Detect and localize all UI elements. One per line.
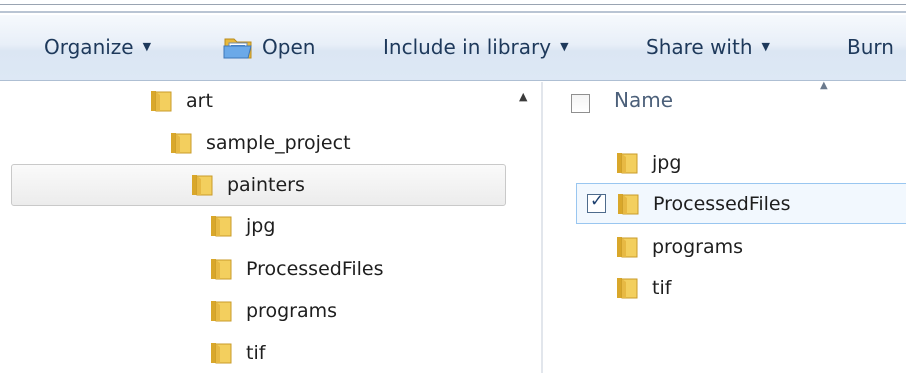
- burn-label: Burn: [847, 35, 894, 59]
- file-item-processedfiles[interactable]: ✓ ProcessedFiles: [576, 183, 906, 224]
- file-item-label: programs: [652, 236, 744, 258]
- check-icon: ✓: [590, 191, 605, 211]
- nav-item-label: sample_project: [206, 132, 351, 154]
- nav-item-programs[interactable]: programs: [208, 293, 337, 329]
- chevron-down-icon: ▼: [761, 40, 770, 53]
- chevron-down-icon: ▼: [560, 40, 569, 53]
- nav-item-jpg[interactable]: jpg: [208, 208, 275, 244]
- file-item-label: ProcessedFiles: [653, 192, 791, 215]
- folder-icon: [208, 256, 234, 282]
- item-checkbox[interactable]: ✓: [587, 191, 606, 213]
- nav-item-painters[interactable]: painters: [11, 164, 506, 206]
- open-label: Open: [262, 35, 316, 59]
- nav-pane-scrollbar[interactable]: ▲: [510, 82, 541, 373]
- nav-item-label: ProcessedFiles: [246, 258, 384, 280]
- select-all-checkbox[interactable]: [571, 94, 590, 113]
- sort-ascending-icon: ▲: [820, 80, 828, 91]
- nav-item-art[interactable]: art: [148, 83, 213, 119]
- organize-button[interactable]: Organize ▼: [44, 31, 151, 63]
- folder-icon: [614, 275, 640, 301]
- folder-icon: [168, 130, 194, 156]
- folder-icon: [614, 234, 640, 260]
- nav-item-label: programs: [246, 300, 338, 322]
- nav-item-tif[interactable]: tif: [208, 335, 265, 371]
- nav-item-sample-project[interactable]: sample_project: [168, 125, 351, 161]
- nav-item-label: tif: [246, 342, 266, 364]
- open-icon: [222, 33, 254, 61]
- nav-item-processedfiles[interactable]: ProcessedFiles: [208, 251, 384, 287]
- share-with-label: Share with: [646, 35, 753, 59]
- command-bar: Organize ▼ Open Include in library ▼ Sha…: [0, 15, 906, 81]
- nav-item-label: painters: [227, 174, 305, 196]
- file-item-label: jpg: [652, 152, 682, 174]
- chevron-down-icon: ▼: [142, 40, 152, 53]
- nav-item-label: jpg: [246, 215, 276, 237]
- scroll-up-arrow-icon[interactable]: ▲: [519, 90, 527, 103]
- column-header-name[interactable]: Name: [614, 88, 673, 112]
- file-item-jpg[interactable]: jpg: [614, 144, 681, 182]
- organize-label: Organize: [44, 35, 134, 59]
- include-in-library-label: Include in library: [383, 35, 552, 59]
- folder-icon: [148, 88, 174, 114]
- burn-button[interactable]: Burn: [847, 31, 894, 63]
- folder-icon: [208, 298, 234, 324]
- share-with-button[interactable]: Share with ▼: [646, 31, 770, 63]
- folder-icon: [208, 340, 234, 366]
- folder-icon: [614, 150, 640, 176]
- window-top-border: [0, 0, 906, 13]
- folder-icon: [208, 213, 234, 239]
- file-item-programs[interactable]: programs: [614, 228, 743, 266]
- folder-icon: [615, 191, 641, 217]
- folder-icon: [189, 172, 215, 198]
- open-button[interactable]: Open: [222, 31, 315, 63]
- include-in-library-button[interactable]: Include in library ▼: [383, 31, 569, 63]
- nav-item-label: art: [186, 90, 213, 112]
- file-item-label: tif: [652, 277, 672, 299]
- file-item-tif[interactable]: tif: [614, 269, 671, 307]
